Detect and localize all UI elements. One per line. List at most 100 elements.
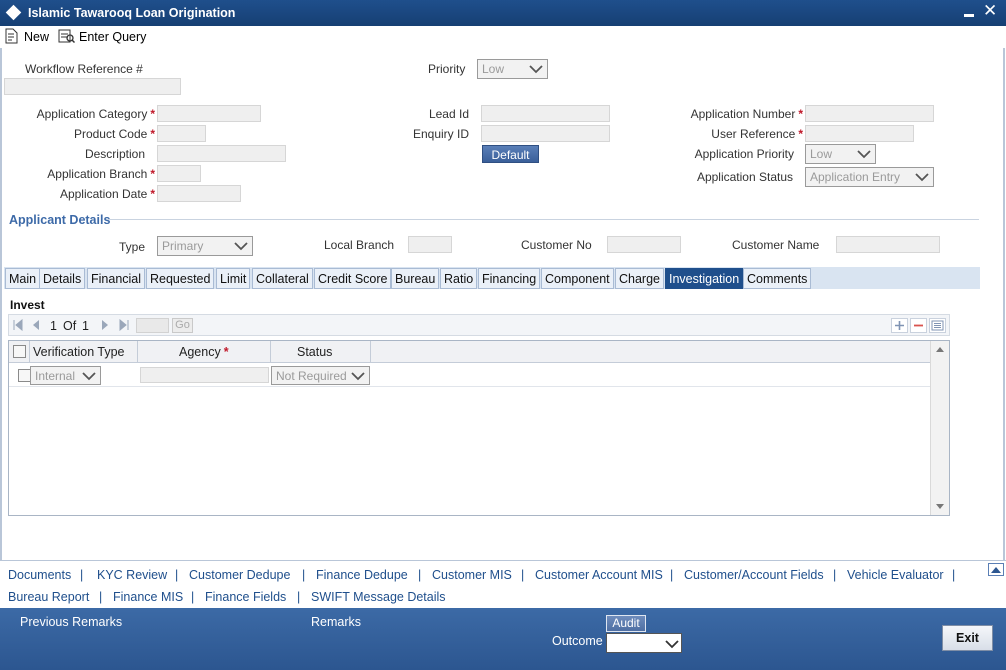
tab-investigation[interactable]: Investigation <box>665 268 744 289</box>
app-number-label-text: Application Number <box>690 107 796 121</box>
tab-financial[interactable]: Financial <box>87 268 146 289</box>
required-marker: * <box>798 127 803 141</box>
sub-screen-links: Documents | KYC Review | Customer Dedupe… <box>0 560 1006 608</box>
single-view-button[interactable] <box>929 318 946 333</box>
priority-label: Priority <box>428 62 466 76</box>
link-customer-mis[interactable]: Customer MIS <box>432 568 512 582</box>
pager-of: Of <box>63 319 77 333</box>
link-documents[interactable]: Documents <box>8 568 71 582</box>
link-customer-account-mis[interactable]: Customer Account MIS <box>535 568 663 582</box>
tab-details[interactable]: Details <box>39 268 86 289</box>
add-row-button[interactable] <box>891 318 908 333</box>
link-bureau-report[interactable]: Bureau Report <box>8 590 89 604</box>
type-label: Type <box>119 240 146 254</box>
col-verification-type: Verification Type <box>33 345 125 359</box>
col-status: Status <box>297 345 333 359</box>
enquiry-id-field[interactable] <box>481 125 610 142</box>
required-marker: * <box>150 127 155 141</box>
investigation-grid: Verification Type Agency * Status Interna… <box>8 340 950 516</box>
priority-select[interactable]: Low <box>477 59 548 79</box>
required-marker: * <box>150 107 155 121</box>
default-button[interactable]: Default <box>482 145 539 163</box>
section-divider <box>108 219 979 220</box>
scroll-up-icon[interactable] <box>988 563 1004 576</box>
app-branch-label-text: Application Branch <box>47 167 148 181</box>
new-button[interactable]: New <box>4 28 49 46</box>
applicant-details-title: Applicant Details <box>9 213 111 227</box>
app-branch-field[interactable] <box>157 165 201 182</box>
tab-credit-score[interactable]: Credit Score <box>314 268 392 289</box>
link-finance-fields[interactable]: Finance Fields <box>205 590 286 604</box>
scroll-down-arrow-icon[interactable] <box>935 503 945 511</box>
delete-row-button[interactable] <box>910 318 927 333</box>
status-select[interactable]: Not Required <box>271 366 370 385</box>
tab-financing[interactable]: Financing <box>478 268 541 289</box>
pager: 1 Of 1 Go <box>8 314 950 336</box>
left-border <box>0 48 2 560</box>
column-separator <box>270 341 271 363</box>
remarks-label[interactable]: Remarks <box>311 615 361 629</box>
app-priority-select[interactable]: Low <box>805 144 876 164</box>
tab-collateral[interactable]: Collateral <box>252 268 313 289</box>
new-button-label: New <box>24 30 50 44</box>
new-document-icon <box>5 28 18 44</box>
customer-no-field[interactable] <box>607 236 681 253</box>
tab-limit[interactable]: Limit <box>216 268 251 289</box>
app-number-label: Application Number * <box>640 107 803 121</box>
chevron-down-icon <box>915 173 929 182</box>
previous-remarks-label[interactable]: Previous Remarks <box>20 615 122 629</box>
user-ref-field[interactable] <box>805 125 914 142</box>
link-swift-message-details[interactable]: SWIFT Message Details <box>311 590 446 604</box>
app-date-field[interactable] <box>157 185 241 202</box>
grid-scrollbar[interactable] <box>930 341 949 515</box>
select-all-checkbox[interactable] <box>13 345 26 358</box>
app-number-field[interactable] <box>805 105 934 122</box>
app-category-field[interactable] <box>157 105 261 122</box>
close-icon[interactable]: ✕ <box>983 1 997 21</box>
chevron-down-icon <box>82 372 96 381</box>
description-field[interactable] <box>157 145 286 162</box>
local-branch-field[interactable] <box>408 236 452 253</box>
minimize-icon[interactable] <box>963 2 977 22</box>
outcome-select[interactable] <box>606 633 682 653</box>
app-status-value: Application Entry <box>810 170 901 184</box>
chevron-down-icon <box>665 640 679 649</box>
page-number-input[interactable] <box>136 318 169 333</box>
app-status-select[interactable]: Application Entry <box>805 167 934 187</box>
tab-component[interactable]: Component <box>541 268 614 289</box>
tab-charge[interactable]: Charge <box>615 268 664 289</box>
column-separator <box>137 341 138 363</box>
tab-requested[interactable]: Requested <box>146 268 215 289</box>
next-page-icon[interactable] <box>100 319 110 331</box>
verification-type-select[interactable]: Internal <box>30 366 101 385</box>
product-code-field[interactable] <box>157 125 206 142</box>
tab-bureau[interactable]: Bureau <box>391 268 440 289</box>
agency-field[interactable] <box>140 367 269 383</box>
enter-query-button[interactable]: Enter Query <box>58 28 146 46</box>
exit-button[interactable]: Exit <box>942 625 993 651</box>
last-page-icon[interactable] <box>118 319 130 331</box>
link-customer-dedupe[interactable]: Customer Dedupe <box>189 568 290 582</box>
lead-id-field[interactable] <box>481 105 610 122</box>
link-finance-mis[interactable]: Finance MIS <box>113 590 183 604</box>
previous-page-icon[interactable] <box>31 319 41 331</box>
audit-button[interactable]: Audit <box>606 615 646 632</box>
link-separator: | <box>297 590 301 604</box>
pager-total: 1 <box>82 319 89 333</box>
scroll-up-arrow-icon[interactable] <box>935 345 945 353</box>
tab-main[interactable]: Main <box>5 268 41 289</box>
type-select[interactable]: Primary <box>157 236 253 256</box>
link-kyc-review[interactable]: KYC Review <box>97 568 167 582</box>
customer-name-field[interactable] <box>836 236 940 253</box>
plus-icon <box>895 321 904 330</box>
tab-comments[interactable]: Comments <box>743 268 812 289</box>
description-label: Description <box>84 147 145 161</box>
first-page-icon[interactable] <box>12 319 24 331</box>
link-separator: | <box>670 568 674 582</box>
tab-ratio[interactable]: Ratio <box>440 268 478 289</box>
link-vehicle-evaluator[interactable]: Vehicle Evaluator <box>847 568 944 582</box>
link-customer-account-fields[interactable]: Customer/Account Fields <box>684 568 824 582</box>
link-finance-dedupe[interactable]: Finance Dedupe <box>316 568 408 582</box>
go-button[interactable]: Go <box>172 318 193 333</box>
workflow-ref-field[interactable] <box>4 78 181 95</box>
